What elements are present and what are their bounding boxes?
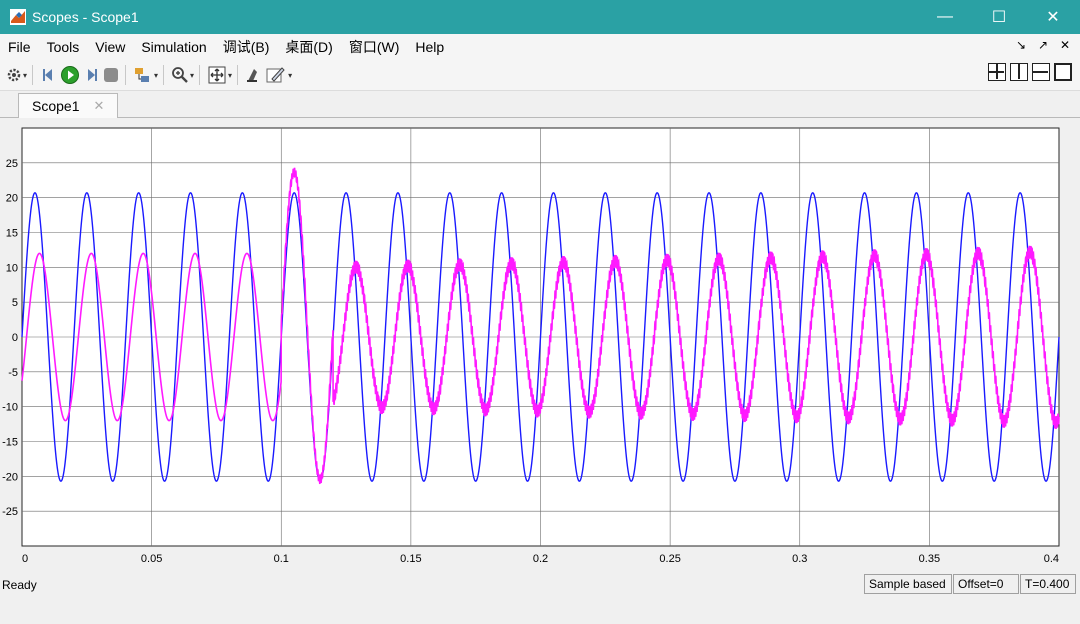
toolbar-divider (32, 65, 34, 85)
y-tick-label: 10 (6, 262, 18, 274)
x-tick-label: 0 (22, 553, 28, 565)
status-offset: Offset=0 (953, 574, 1019, 594)
matlab-logo-icon (10, 9, 26, 25)
status-time: T=0.400 (1020, 574, 1076, 594)
y-tick-label: -15 (2, 437, 18, 449)
close-button[interactable]: ✕ (1026, 0, 1080, 34)
toolbar-divider (125, 65, 127, 85)
run-icon[interactable] (60, 63, 80, 87)
step-forward-icon[interactable] (82, 63, 100, 87)
zoom-icon[interactable] (171, 63, 189, 87)
signal-builder-icon[interactable] (133, 63, 153, 87)
x-tick-label: 0.05 (141, 553, 162, 565)
menu-debug[interactable]: 调试(B) (215, 37, 278, 57)
y-tick-label: 0 (12, 332, 18, 344)
layout-columns-icon[interactable] (1010, 63, 1028, 81)
toolbar-divider (199, 65, 201, 85)
fit-icon[interactable] (207, 63, 227, 87)
scope-plot[interactable]: 25 20 15 10 5 0 -5 -10 -15 -20 -25 0 0.05 0.1 0.15 0.2… (0, 118, 1080, 570)
maximize-button[interactable]: ☐ (972, 0, 1026, 34)
undock-icon[interactable]: ↗ (1034, 38, 1052, 52)
x-tick-label: 0.35 (919, 553, 940, 565)
y-tick-label: 25 (6, 158, 18, 170)
x-tick-label: 0.4 (1044, 553, 1059, 565)
close-figure-icon[interactable]: ✕ (1056, 38, 1074, 52)
menu-view[interactable]: View (87, 39, 133, 55)
chevron-down-icon[interactable]: ▾ (190, 71, 194, 80)
x-tick-label: 0.3 (792, 553, 807, 565)
x-tick-label: 0.25 (659, 553, 680, 565)
status-ready: Ready (2, 578, 37, 592)
layout-grid-icon[interactable] (988, 63, 1006, 81)
menu-help[interactable]: Help (407, 39, 452, 55)
scope-display[interactable]: 25 20 15 10 5 0 -5 -10 -15 -20 -25 0 0.05 0.1 0.15 0.2… (0, 118, 1080, 570)
y-tick-labels: 25 20 15 10 5 0 -5 -10 -15 -20 -25 (2, 158, 18, 518)
chevron-down-icon[interactable]: ▾ (154, 71, 158, 80)
pen-icon[interactable] (265, 63, 287, 87)
toolbar-divider (163, 65, 165, 85)
y-tick-label: -5 (8, 367, 18, 379)
window-title: Scopes - Scope1 (32, 9, 139, 25)
layout-rows-icon[interactable] (1032, 63, 1050, 81)
minimize-button[interactable]: — (918, 0, 972, 34)
status-bar: Ready Sample based Offset=0 T=0.400 (0, 572, 1080, 598)
menu-bar: File Tools View Simulation 调试(B) 桌面(D) 窗… (0, 34, 1080, 60)
gear-icon[interactable] (6, 63, 22, 87)
status-mode: Sample based (864, 574, 952, 594)
chevron-down-icon[interactable]: ▾ (228, 71, 232, 80)
y-tick-label: -20 (2, 471, 18, 483)
toolbar-divider (237, 65, 239, 85)
y-tick-label: 15 (6, 228, 18, 240)
tab-strip: Scope1 ✕ (0, 91, 1080, 118)
menu-file[interactable]: File (0, 39, 39, 55)
x-tick-labels: 0 0.05 0.1 0.15 0.2 0.25 0.3 0.35 0.4 (22, 553, 1059, 565)
menu-tools[interactable]: Tools (39, 39, 88, 55)
x-tick-label: 0.2 (533, 553, 548, 565)
style-icon[interactable] (245, 63, 263, 87)
step-back-icon[interactable] (40, 63, 58, 87)
y-tick-label: 5 (12, 297, 18, 309)
x-tick-label: 0.15 (400, 553, 421, 565)
x-tick-label: 0.1 (274, 553, 289, 565)
tab-scope1[interactable]: Scope1 ✕ (18, 93, 118, 118)
menu-desktop[interactable]: 桌面(D) (277, 37, 340, 57)
y-tick-label: -10 (2, 402, 18, 414)
chevron-down-icon[interactable]: ▾ (23, 71, 27, 80)
toolbar: ▾ ▾ ▾ ▾ ▾ (0, 60, 1080, 91)
y-tick-label: -25 (2, 506, 18, 518)
menu-window[interactable]: 窗口(W) (341, 37, 408, 57)
close-tab-icon[interactable]: ✕ (93, 98, 104, 114)
y-tick-label: 20 (6, 193, 18, 205)
layout-single-icon[interactable] (1054, 63, 1072, 81)
layout-buttons (988, 63, 1072, 81)
stop-icon[interactable] (102, 63, 120, 87)
chevron-down-icon[interactable]: ▾ (288, 71, 292, 80)
menu-simulation[interactable]: Simulation (133, 39, 214, 55)
dock-icon[interactable]: ↘ (1012, 38, 1030, 52)
window-titlebar: Scopes - Scope1 — ☐ ✕ (0, 0, 1080, 34)
tab-label: Scope1 (32, 98, 80, 114)
